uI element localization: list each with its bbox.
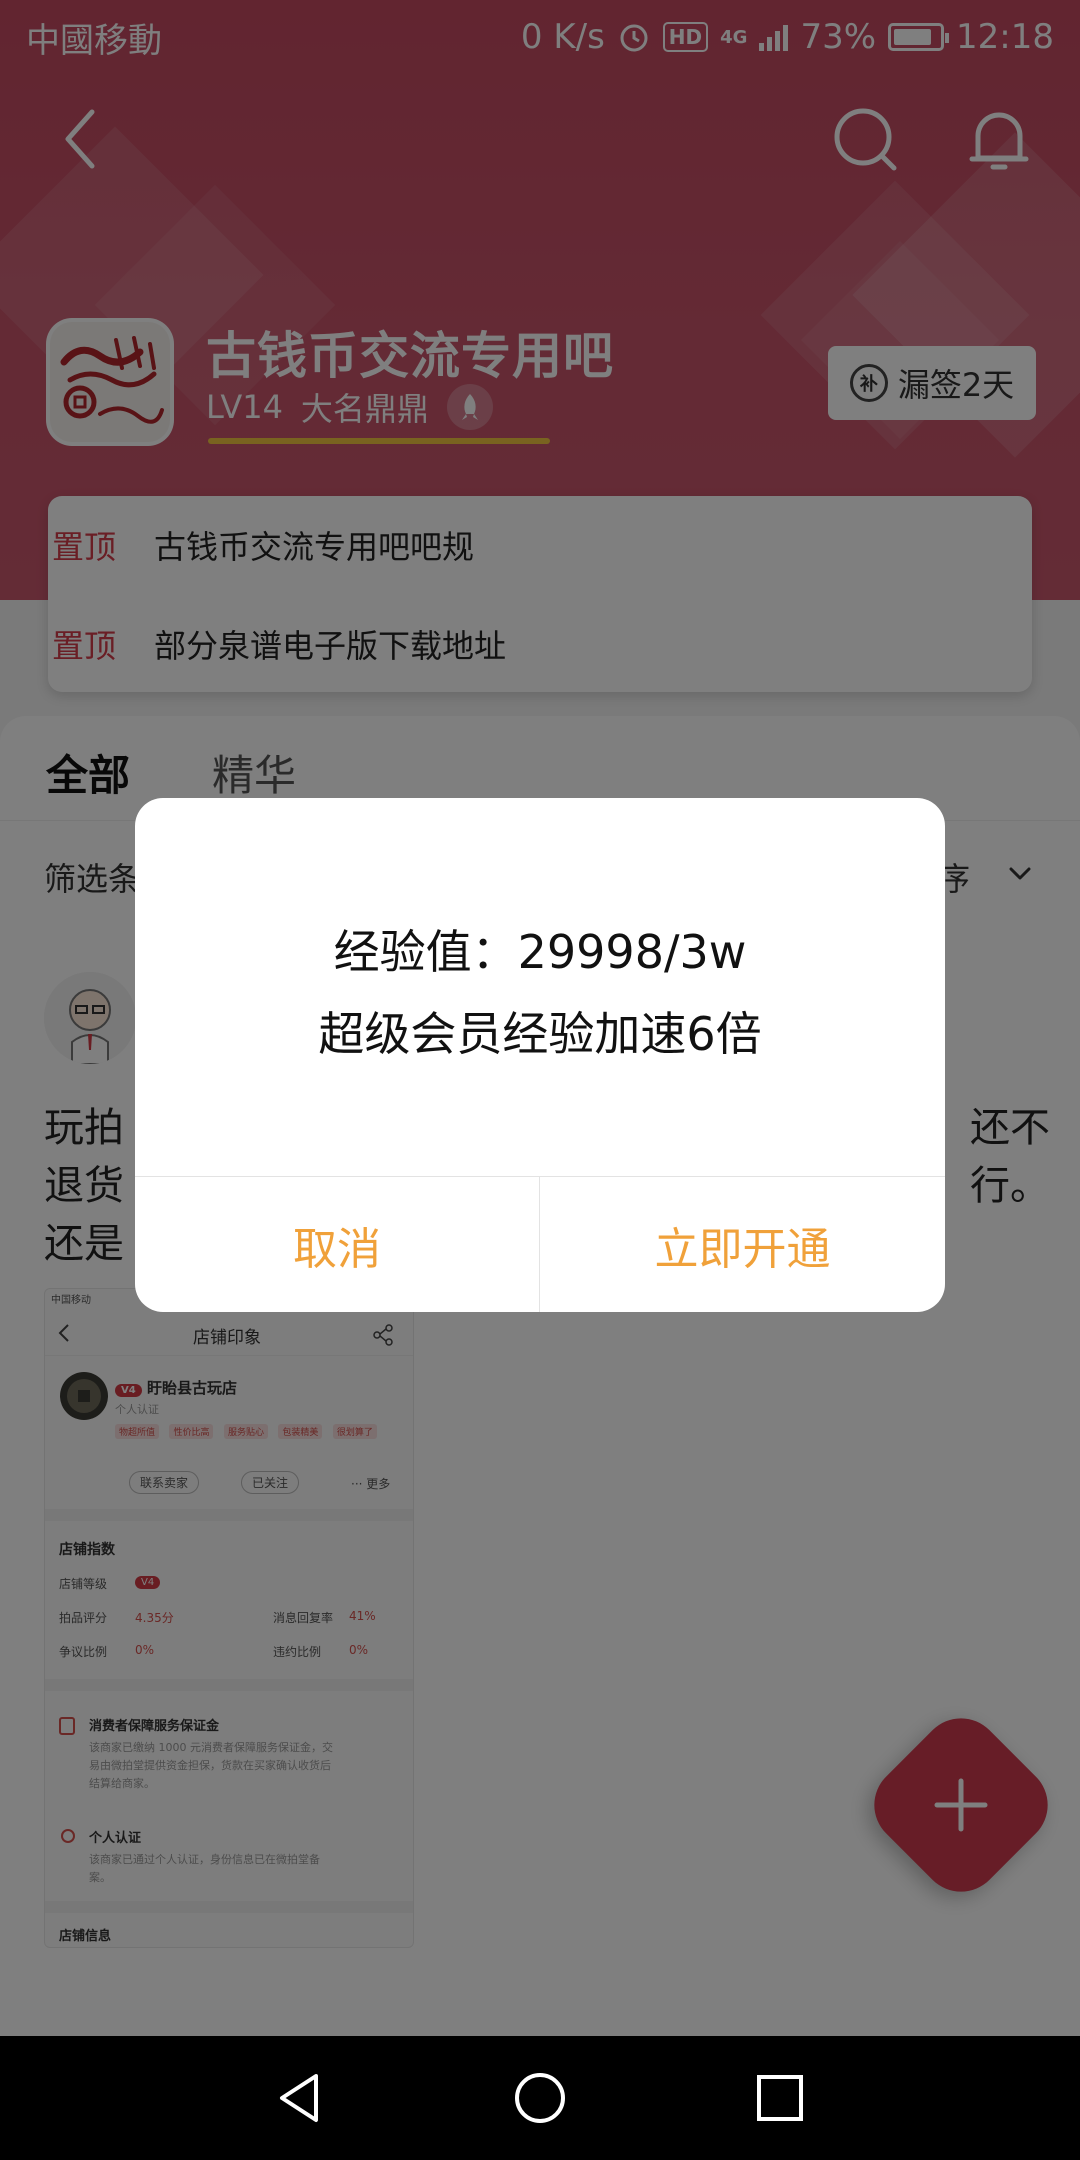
nav-home-icon[interactable] [512,2070,568,2126]
nav-back-icon[interactable] [272,2070,328,2126]
dialog-experience: 经验值：29998/3w [333,925,747,979]
dialog-message: 超级会员经验加速6倍 [318,1007,762,1061]
activate-button[interactable]: 立即开通 [540,1177,945,1312]
nav-recent-icon[interactable] [752,2070,808,2126]
vip-dialog: 经验值：29998/3w 超级会员经验加速6倍 取消 立即开通 [135,798,945,1312]
cancel-button[interactable]: 取消 [135,1177,539,1312]
